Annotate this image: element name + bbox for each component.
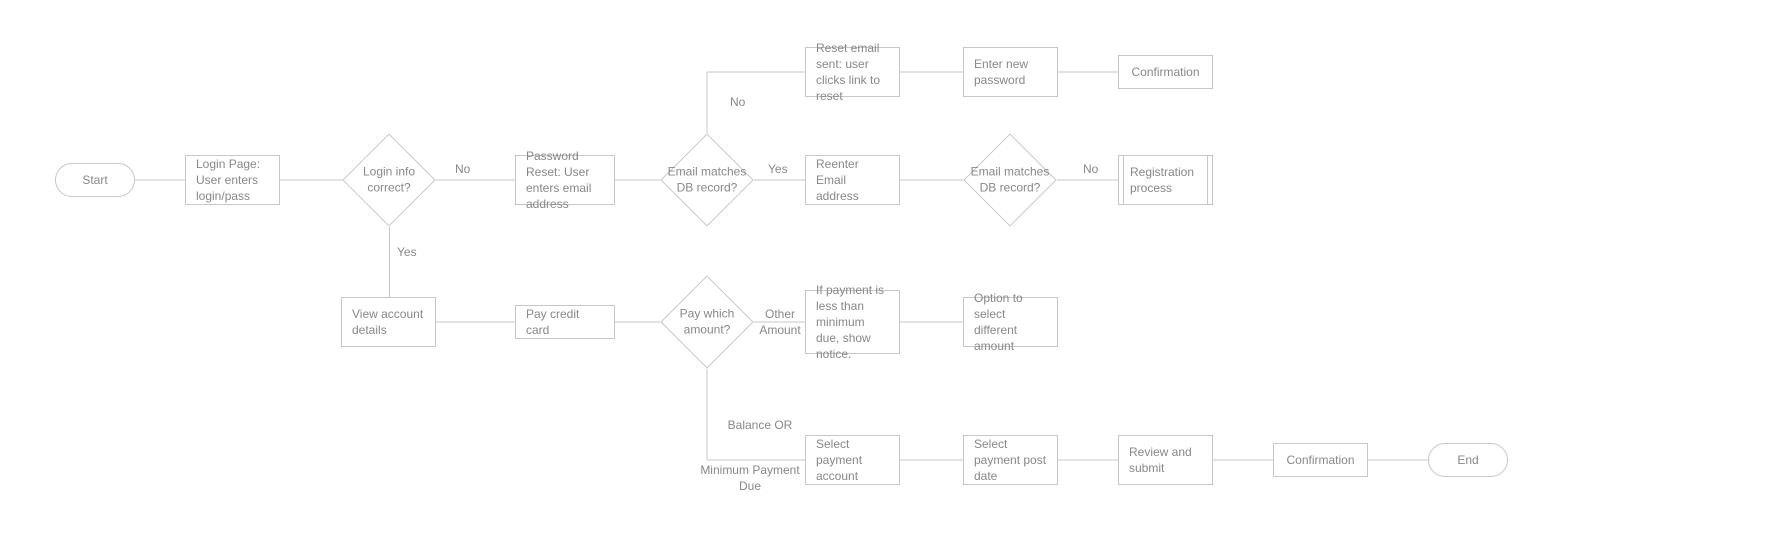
start-terminator: Start bbox=[55, 163, 135, 197]
email-match-1-decision: Email matches DB record? bbox=[674, 147, 740, 213]
select-payment-account-label: Select payment account bbox=[816, 436, 889, 485]
edge-min-payment-due: Minimum Payment Due bbox=[695, 463, 805, 494]
reset-email-sent-label: Reset email sent: user clicks link to re… bbox=[816, 40, 889, 105]
edge-email1-no: No bbox=[730, 95, 745, 111]
edge-email2-no: No bbox=[1083, 162, 1098, 178]
view-account-process: View account details bbox=[341, 297, 436, 347]
email-match-1-label: Email matches DB record? bbox=[662, 164, 752, 195]
password-reset-process: Password Reset: User enters email addres… bbox=[515, 155, 615, 205]
edge-login-no: No bbox=[455, 162, 470, 178]
login-page-label: Login Page: User enters login/pass bbox=[196, 156, 269, 205]
review-submit-process: Review and submit bbox=[1118, 435, 1213, 485]
option-different-process: Option to select different amount bbox=[963, 297, 1058, 347]
select-payment-account-process: Select payment account bbox=[805, 435, 900, 485]
end-label: End bbox=[1457, 452, 1478, 468]
pay-credit-card-process: Pay credit card bbox=[515, 305, 615, 339]
registration-label: Registration process bbox=[1130, 155, 1201, 205]
reenter-email-label: Reenter Email address bbox=[816, 156, 889, 205]
email-match-2-label: Email matches DB record? bbox=[965, 164, 1055, 195]
pay-credit-card-label: Pay credit card bbox=[526, 306, 604, 338]
edge-email1-yes: Yes bbox=[768, 162, 788, 178]
review-submit-label: Review and submit bbox=[1129, 444, 1202, 476]
login-correct-decision: Login info correct? bbox=[356, 147, 422, 213]
reenter-email-process: Reenter Email address bbox=[805, 155, 900, 205]
end-terminator: End bbox=[1428, 443, 1508, 477]
login-correct-label: Login info correct? bbox=[344, 164, 434, 195]
select-post-date-label: Select payment post date bbox=[974, 436, 1047, 485]
confirmation-pw-label: Confirmation bbox=[1131, 64, 1199, 80]
view-account-label: View account details bbox=[352, 306, 425, 338]
edge-login-yes: Yes bbox=[397, 245, 417, 261]
password-reset-label: Password Reset: User enters email addres… bbox=[526, 148, 604, 213]
option-different-label: Option to select different amount bbox=[974, 290, 1047, 355]
edge-balance-or: Balance OR bbox=[720, 418, 800, 434]
pay-which-amount-label: Pay which amount? bbox=[662, 306, 752, 337]
registration-subprocess: Registration process bbox=[1118, 155, 1213, 205]
confirmation-pw-process: Confirmation bbox=[1118, 55, 1213, 89]
reset-email-sent-process: Reset email sent: user clicks link to re… bbox=[805, 47, 900, 97]
edge-other-amount: Other Amount bbox=[755, 307, 805, 338]
login-page-process: Login Page: User enters login/pass bbox=[185, 155, 280, 205]
payment-notice-label: If payment is less than minimum due, sho… bbox=[816, 282, 889, 363]
email-match-2-decision: Email matches DB record? bbox=[977, 147, 1043, 213]
enter-new-password-label: Enter new password bbox=[974, 56, 1047, 88]
start-label: Start bbox=[82, 172, 107, 188]
pay-which-amount-decision: Pay which amount? bbox=[674, 289, 740, 355]
select-post-date-process: Select payment post date bbox=[963, 435, 1058, 485]
confirmation-pay-process: Confirmation bbox=[1273, 443, 1368, 477]
enter-new-password-process: Enter new password bbox=[963, 47, 1058, 97]
confirmation-pay-label: Confirmation bbox=[1286, 452, 1354, 468]
payment-notice-process: If payment is less than minimum due, sho… bbox=[805, 290, 900, 354]
